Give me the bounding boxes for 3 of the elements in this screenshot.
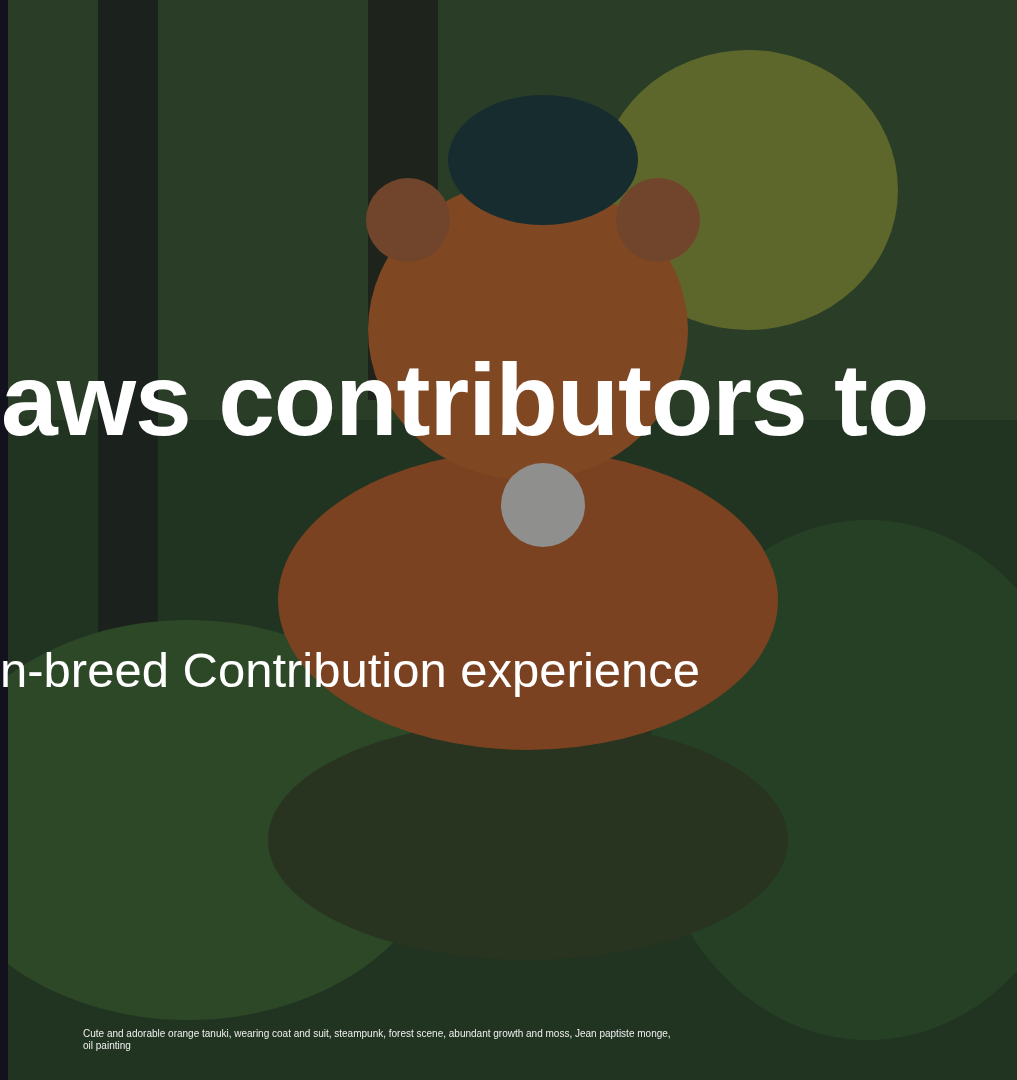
headline: aws contributors to [1, 345, 930, 455]
image-caption: Cute and adorable orange tanuki, wearing coat and suit, steampunk, forest scene, abundant growth and moss, Jean paptiste monge, oil painting [83, 1028, 671, 1052]
subtitle: n-breed Contribution experience [0, 642, 702, 698]
